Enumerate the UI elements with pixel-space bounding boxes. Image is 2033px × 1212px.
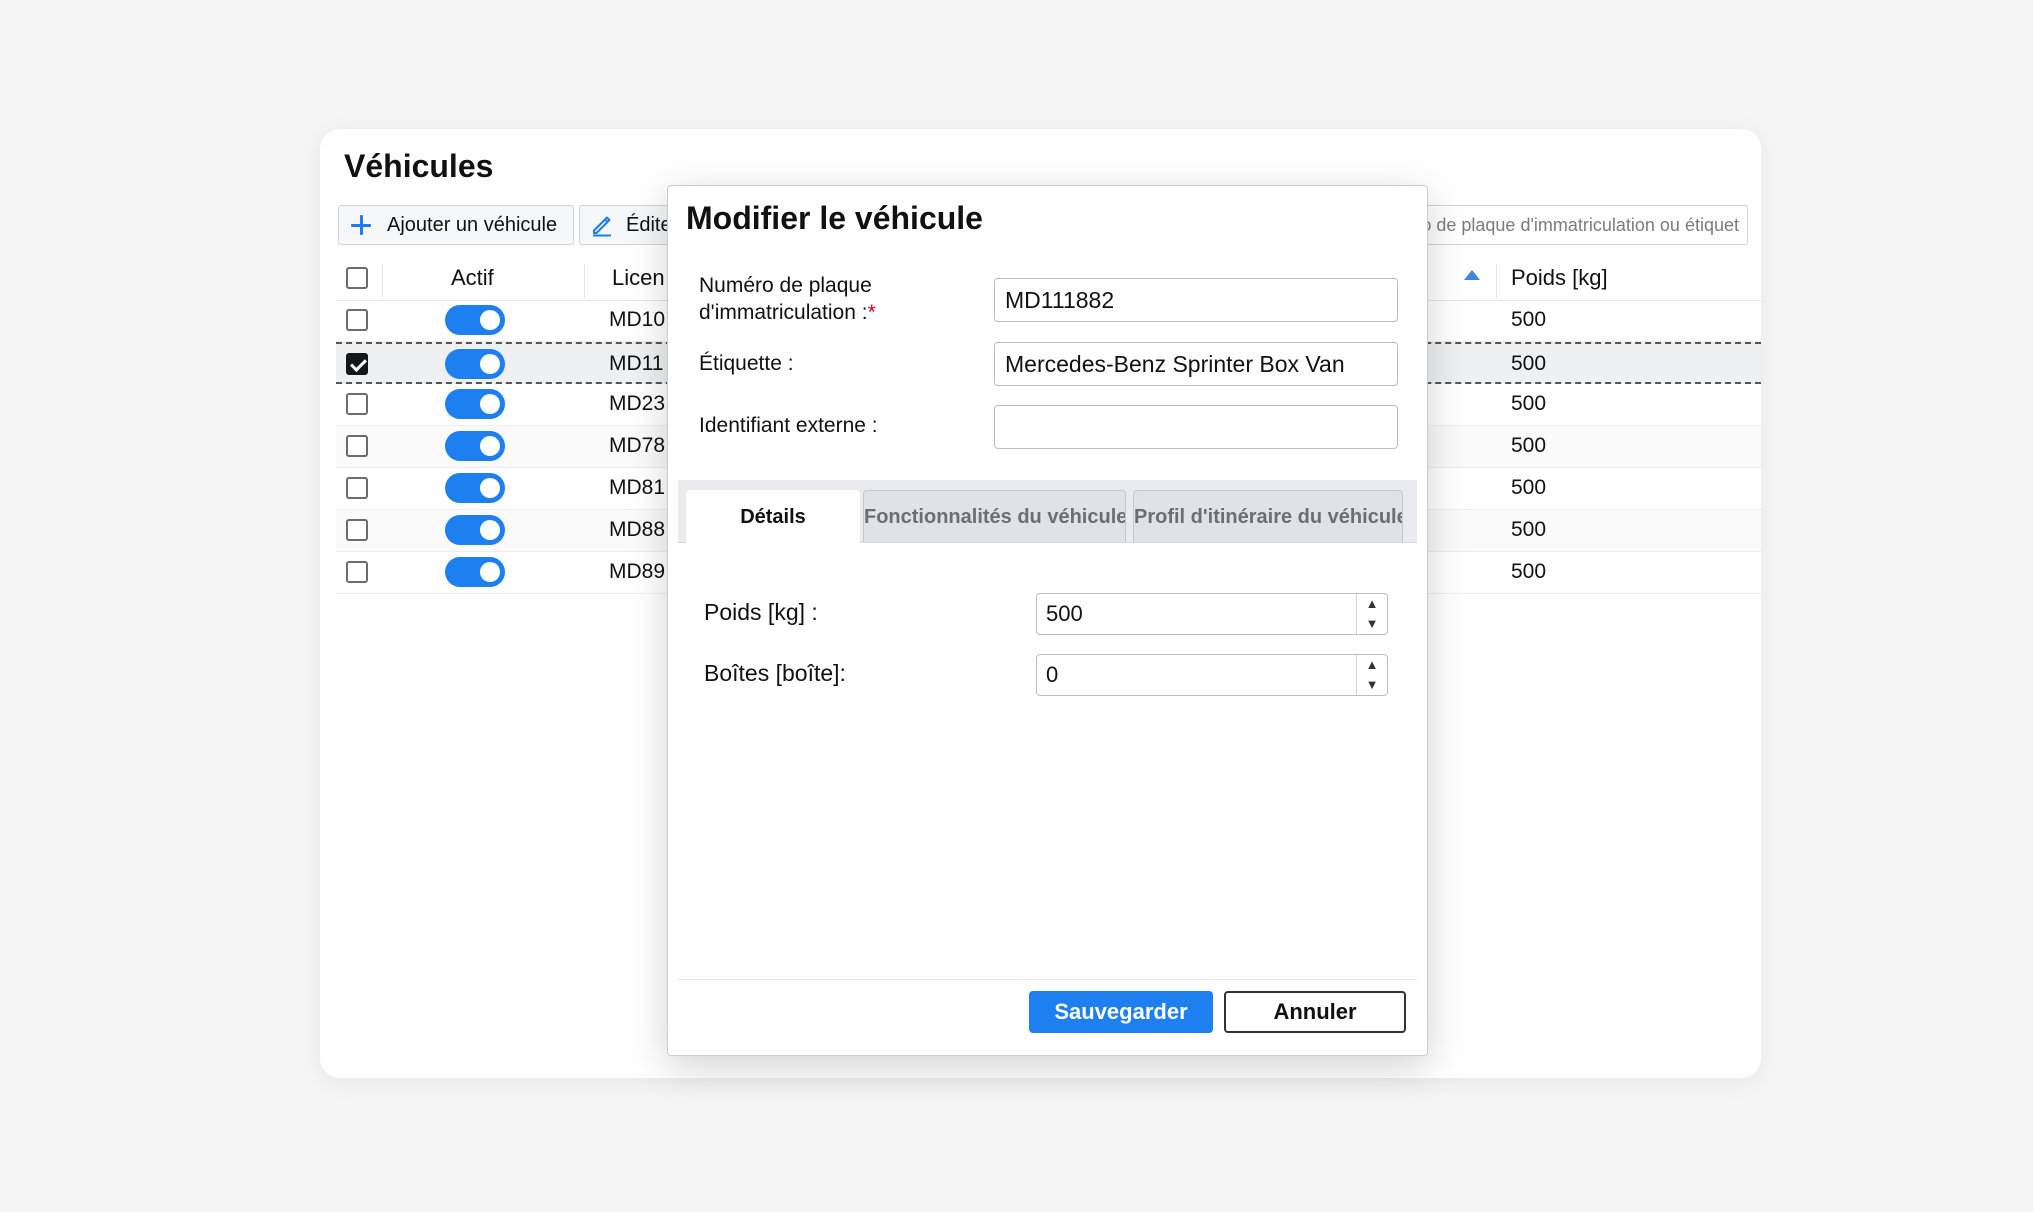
chevron-up-icon[interactable]: ▲	[1357, 594, 1387, 614]
sort-ascending-icon[interactable]	[1464, 270, 1480, 280]
weight-cell: 500	[1511, 392, 1547, 415]
dialog-footer-divider	[678, 979, 1417, 980]
pencil-icon	[593, 216, 611, 237]
license-plate-cell: MD11	[609, 352, 664, 375]
select-all-checkbox[interactable]	[346, 267, 368, 289]
page-title: Véhicules	[344, 148, 494, 184]
dialog-tabs: Détails Fonctionnalités du véhicule Prof…	[678, 480, 1417, 543]
row-checkbox[interactable]	[346, 519, 368, 541]
plate-label: Numéro de plaque d'immatriculation :*	[699, 272, 876, 326]
external-id-input[interactable]	[994, 405, 1398, 449]
license-plate-cell: MD89	[609, 560, 666, 583]
license-plate-cell: MD23	[609, 392, 666, 415]
search-input[interactable]	[1380, 205, 1748, 245]
column-header-license[interactable]: Licen	[612, 256, 665, 300]
required-mark: *	[867, 301, 876, 324]
plate-label-line2: d'immatriculation :	[699, 301, 868, 324]
row-checkbox[interactable]	[346, 477, 368, 499]
plate-label-line1: Numéro de plaque	[699, 274, 872, 297]
active-toggle[interactable]	[445, 389, 505, 419]
column-separator	[584, 264, 585, 298]
row-checkbox[interactable]	[346, 435, 368, 457]
weight-label: Poids [kg] :	[704, 599, 818, 625]
weight-cell: 500	[1511, 352, 1547, 375]
chevron-down-icon[interactable]: ▼	[1357, 614, 1387, 634]
weight-stepper[interactable]: 500 ▲ ▼	[1036, 593, 1388, 635]
external-id-label: Identifiant externe :	[699, 414, 878, 437]
label-field-label: Étiquette :	[699, 352, 794, 375]
save-button[interactable]: Sauvegarder	[1029, 991, 1213, 1033]
add-vehicle-label: Ajouter un véhicule	[387, 213, 558, 236]
boxes-value: 0	[1046, 662, 1059, 687]
label-input[interactable]	[994, 342, 1398, 386]
weight-stepper-buttons: ▲ ▼	[1356, 594, 1387, 634]
boxes-stepper-buttons: ▲ ▼	[1356, 655, 1387, 695]
weight-cell: 500	[1511, 518, 1547, 541]
weight-cell: 500	[1511, 308, 1547, 331]
cancel-button[interactable]: Annuler	[1224, 991, 1406, 1033]
column-header-active[interactable]: Actif	[451, 256, 494, 300]
weight-cell: 500	[1511, 434, 1547, 457]
dialog-title: Modifier le véhicule	[686, 200, 983, 236]
add-vehicle-button[interactable]: Ajouter un véhicule	[338, 205, 574, 245]
active-toggle[interactable]	[445, 557, 505, 587]
row-checkbox[interactable]	[346, 393, 368, 415]
weight-value: 500	[1046, 601, 1083, 626]
row-checkbox-checked[interactable]	[346, 353, 368, 375]
license-plate-cell: MD10	[609, 308, 666, 331]
plate-number-input[interactable]	[994, 278, 1398, 322]
column-header-weight[interactable]: Poids [kg]	[1511, 256, 1608, 300]
plus-icon	[349, 213, 373, 237]
tab-details[interactable]: Détails	[686, 490, 860, 543]
license-plate-cell: MD88	[609, 518, 666, 541]
active-toggle[interactable]	[445, 431, 505, 461]
tab-vehicle-route-profile[interactable]: Profil d'itinéraire du véhicule	[1133, 490, 1403, 542]
license-plate-cell: MD81	[609, 476, 666, 499]
row-checkbox[interactable]	[346, 561, 368, 583]
edit-vehicle-dialog: Modifier le véhicule Numéro de plaque d'…	[667, 185, 1428, 1056]
weight-cell: 500	[1511, 476, 1547, 499]
column-separator	[1496, 264, 1497, 298]
chevron-up-icon[interactable]: ▲	[1357, 655, 1387, 675]
boxes-stepper[interactable]: 0 ▲ ▼	[1036, 654, 1388, 696]
chevron-down-icon[interactable]: ▼	[1357, 675, 1387, 695]
active-toggle[interactable]	[445, 515, 505, 545]
tab-vehicle-features[interactable]: Fonctionnalités du véhicule	[863, 490, 1126, 542]
license-plate-cell: MD78	[609, 434, 666, 457]
active-toggle[interactable]	[445, 349, 505, 379]
column-separator	[382, 264, 383, 298]
row-checkbox[interactable]	[346, 309, 368, 331]
active-toggle[interactable]	[445, 305, 505, 335]
active-toggle[interactable]	[445, 473, 505, 503]
weight-cell: 500	[1511, 560, 1547, 583]
boxes-label: Boîtes [boîte]:	[704, 660, 846, 686]
